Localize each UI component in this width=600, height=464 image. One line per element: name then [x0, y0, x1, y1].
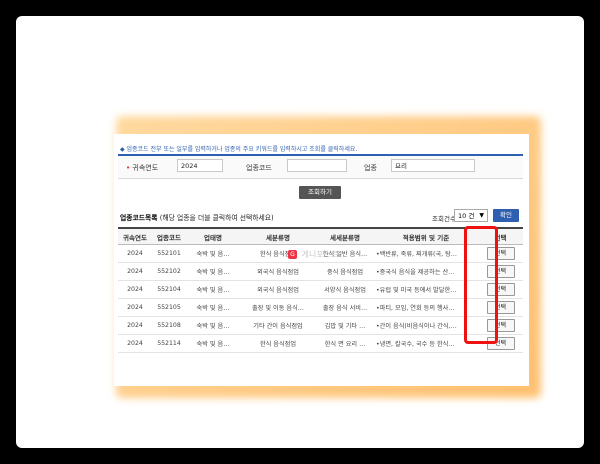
code-input[interactable]	[287, 159, 347, 172]
cell-code: 552108	[152, 316, 186, 335]
cell-biz: 숙박 및 음…	[186, 280, 240, 299]
cell-biz: 숙박 및 음…	[186, 244, 240, 263]
cell-subsub: 김밥 및 기타 …	[316, 316, 374, 335]
cell-year: 2024	[118, 244, 152, 263]
header-scope: 적용범위 및 기준	[374, 227, 478, 245]
cell-year: 2024	[118, 316, 152, 335]
header-code: 업종코드	[152, 227, 186, 245]
search-notice: ◆ 업종코드 전부 또는 일부를 입력하거나 업종의 주요 키워드를 입력하시고…	[120, 146, 358, 153]
list-hint: (해당 업종을 더블 클릭하여 선택하세요)	[159, 214, 274, 222]
cell-sub: 기타 간이 음식점업	[240, 316, 316, 335]
cell-scope: •유럽 및 미국 등에서 발달한…	[374, 280, 478, 299]
watermark-logo-icon: G	[288, 250, 297, 259]
table-header-row: 귀속연도 업종코드 업태명 세분류명 세세분류명 적용범위 및 기준 선택	[118, 227, 523, 245]
cell-scope: •중국식 음식을 제공하는 산…	[374, 262, 478, 281]
cell-subsub: 출장 음식 서비…	[316, 298, 374, 317]
cell-biz: 숙박 및 음…	[186, 334, 240, 353]
industry-code-table: 귀속연도 업종코드 업태명 세분류명 세세분류명 적용범위 및 기준 선택 20…	[118, 227, 523, 353]
code-label: 업종코드	[246, 164, 272, 172]
industry-input[interactable]: 요리	[391, 159, 475, 172]
count-label: 조회건수	[432, 215, 456, 223]
cell-sub: 출장 및 이동 음식…	[240, 298, 316, 317]
search-form: • 귀속연도 2024 업종코드 업종 요리	[118, 154, 523, 179]
cell-sub: 한식 음식점업	[240, 334, 316, 353]
cell-code: 552114	[152, 334, 186, 353]
cell-sub: 외국식 음식점업	[240, 262, 316, 281]
cell-biz: 숙박 및 음…	[186, 298, 240, 317]
cell-subsub: 한식 면 요리 …	[316, 334, 374, 353]
screenshot-frame: ◆ 업종코드 전부 또는 일부를 입력하거나 업종의 주요 키워드를 입력하시고…	[16, 16, 584, 448]
table-row[interactable]: 2024 552102 숙박 및 음… 외국식 음식점업 중식 음식점업 •중국…	[118, 262, 523, 281]
cell-subsub: 서양식 음식점업	[316, 280, 374, 299]
industry-label: 업종	[364, 164, 377, 172]
table-row[interactable]: 2024 552104 숙박 및 음… 외국식 음식점업 서양식 음식점업 •유…	[118, 280, 523, 299]
cell-year: 2024	[118, 334, 152, 353]
table-row[interactable]: 2024 552105 숙박 및 음… 출장 및 이동 음식… 출장 음식 서비…	[118, 298, 523, 317]
cell-year: 2024	[118, 280, 152, 299]
table-row[interactable]: 2024 552114 숙박 및 음… 한식 음식점업 한식 면 요리 … •냉…	[118, 334, 523, 353]
header-biz: 업태명	[186, 227, 240, 245]
cell-code: 552101	[152, 244, 186, 263]
year-label: • 귀속연도	[126, 164, 159, 172]
header-sub: 세분류명	[240, 227, 316, 245]
cell-scope: •냉면, 칼국수, 국수 등 한식…	[374, 334, 478, 353]
cell-scope: •간이 음식(비음식이나 간식,…	[374, 316, 478, 335]
cell-sub: 외국식 음식점업	[240, 280, 316, 299]
watermark-text: 게니포스트	[301, 250, 339, 259]
cell-biz: 숙박 및 음…	[186, 262, 240, 281]
count-value: 10 건	[458, 212, 475, 220]
select-column-highlight	[464, 226, 498, 344]
header-year: 귀속연도	[118, 227, 152, 245]
cell-code: 552102	[152, 262, 186, 281]
chevron-down-icon: ▼	[479, 212, 484, 219]
watermark: G 게니포스트	[288, 249, 338, 260]
list-title-text: 업종코드목록	[120, 214, 158, 222]
cell-code: 552105	[152, 298, 186, 317]
cell-year: 2024	[118, 262, 152, 281]
confirm-button[interactable]: 확인	[493, 209, 519, 222]
list-title: 업종코드목록 (해당 업종을 더블 클릭하여 선택하세요)	[120, 212, 274, 222]
cell-scope: •백반류, 죽류, 찌개류(국, 탕…	[374, 244, 478, 263]
year-input[interactable]: 2024	[177, 159, 223, 172]
count-select[interactable]: 10 건 ▼	[454, 209, 488, 222]
cell-biz: 숙박 및 음…	[186, 316, 240, 335]
table-row[interactable]: 2024 552108 숙박 및 음… 기타 간이 음식점업 김밥 및 기타 ……	[118, 316, 523, 335]
cell-year: 2024	[118, 298, 152, 317]
cell-subsub: 중식 음식점업	[316, 262, 374, 281]
header-subsub: 세세분류명	[316, 227, 374, 245]
cell-scope: •파티, 모임, 연회 등의 행사…	[374, 298, 478, 317]
search-button[interactable]: 조회하기	[299, 186, 341, 199]
cell-code: 552104	[152, 280, 186, 299]
required-marker: •	[126, 164, 131, 172]
